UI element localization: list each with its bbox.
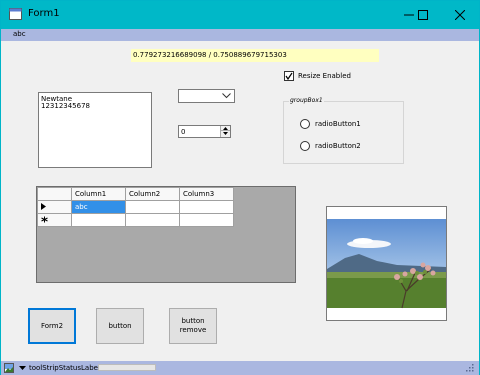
spin-up-icon xyxy=(223,126,228,130)
title-bar[interactable]: Form1 xyxy=(1,1,479,29)
table-row: abc xyxy=(37,200,234,214)
grid-cell[interactable] xyxy=(179,213,234,227)
resize-grip-icon[interactable] xyxy=(466,364,474,372)
combo-box[interactable] xyxy=(178,89,235,103)
status-strip: toolStripStatusLabel1 xyxy=(1,361,479,375)
new-row-icon xyxy=(41,216,48,222)
button-remove[interactable]: button remove xyxy=(169,308,217,344)
checkbox-label: Resize Enabled xyxy=(298,71,351,80)
column-header[interactable]: Column2 xyxy=(125,187,180,201)
form2-button[interactable]: Form2 xyxy=(28,308,76,344)
radio-circle[interactable] xyxy=(300,140,310,151)
menu-item-abc[interactable]: abc xyxy=(13,30,26,38)
resize-enabled-checkbox[interactable]: Resize Enabled xyxy=(284,70,351,81)
close-button[interactable] xyxy=(437,1,480,29)
close-icon xyxy=(455,10,465,20)
numeric-value: 0 xyxy=(181,128,186,136)
radio-label: radioButton2 xyxy=(315,141,361,150)
dropdown-arrow-icon[interactable] xyxy=(19,366,26,371)
grid-header-row: Column1 Column2 Column3 xyxy=(37,187,234,201)
button[interactable]: button xyxy=(96,308,144,344)
row-header[interactable] xyxy=(37,213,72,227)
radio-button-2[interactable]: radioButton2 xyxy=(300,140,361,151)
image-icon-glyph xyxy=(5,364,13,372)
landscape-photo xyxy=(327,219,446,309)
group-box: groupBox1 radioButton1 radioButton2 xyxy=(283,97,404,164)
app-icon xyxy=(9,8,22,20)
chevron-down-icon xyxy=(222,93,231,99)
image-icon[interactable] xyxy=(4,363,14,373)
group-box-title: groupBox1 xyxy=(289,97,324,104)
table-row xyxy=(37,213,234,227)
radio-circle[interactable] xyxy=(300,118,310,129)
ratio-label: 0.779273216689098 / 0.750889679715303 xyxy=(131,49,379,62)
multiline-textbox[interactable]: Newtane 12312345678 xyxy=(38,92,152,168)
row-pointer-icon xyxy=(41,202,46,210)
spin-down-icon xyxy=(223,132,228,135)
spin-down-button[interactable] xyxy=(221,131,230,136)
progress-bar xyxy=(98,364,156,371)
checkbox-box[interactable] xyxy=(284,70,294,81)
grid-cell[interactable] xyxy=(125,213,180,227)
data-grid-table: Column1 Column2 Column3 abc xyxy=(37,187,234,227)
menu-bar: abc xyxy=(1,29,479,41)
maximize-icon xyxy=(418,10,428,20)
spin-buttons xyxy=(220,126,230,137)
data-grid[interactable]: Column1 Column2 Column3 abc xyxy=(36,186,296,283)
column-header[interactable]: Column1 xyxy=(71,187,126,201)
radio-button-1[interactable]: radioButton1 xyxy=(300,118,361,129)
window-title: Form1 xyxy=(28,8,60,19)
numeric-updown[interactable]: 0 xyxy=(178,125,231,138)
column-header[interactable]: Column3 xyxy=(179,187,234,201)
radio-label: radioButton1 xyxy=(315,119,361,128)
row-header[interactable] xyxy=(37,200,72,214)
main-window: Form1 abc 0.779273216689098 / 0.75088967… xyxy=(0,0,480,375)
picture-box xyxy=(326,206,447,321)
checkmark-icon xyxy=(285,72,293,80)
grid-cell[interactable] xyxy=(71,213,126,227)
grid-cell[interactable] xyxy=(125,200,180,214)
grid-cell[interactable]: abc xyxy=(71,200,126,214)
status-label: toolStripStatusLabel1 xyxy=(29,364,105,372)
grid-corner-header[interactable] xyxy=(37,187,72,201)
grid-cell[interactable] xyxy=(179,200,234,214)
